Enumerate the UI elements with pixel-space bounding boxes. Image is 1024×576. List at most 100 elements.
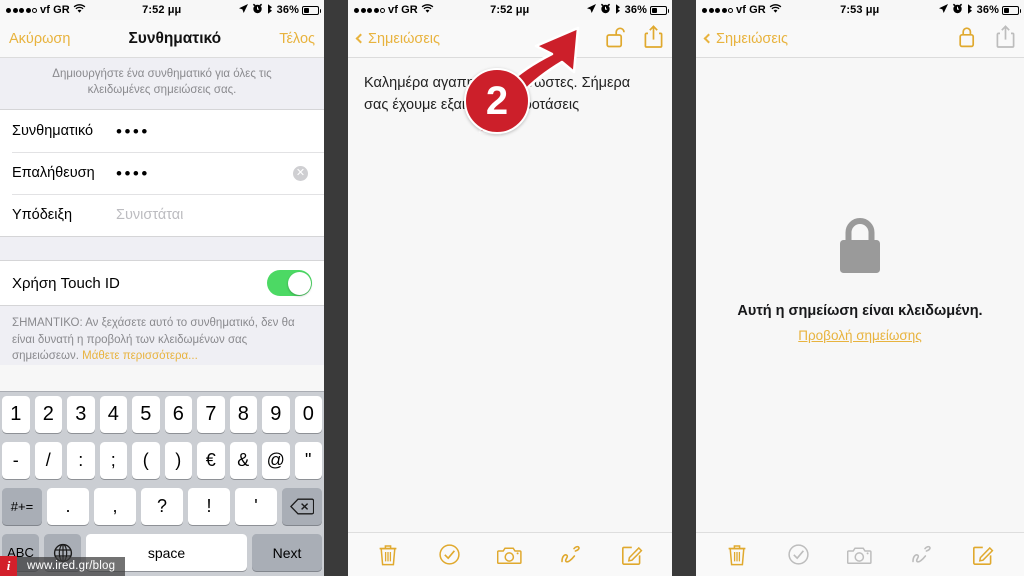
signal-dots-icon: [6, 7, 37, 13]
cancel-button[interactable]: Ακύρωση: [9, 31, 70, 47]
key-euro[interactable]: €: [197, 442, 225, 479]
row-touch-id[interactable]: Χρήση Touch ID: [0, 261, 324, 306]
nav-bar: Σημειώσεις: [696, 20, 1024, 58]
back-button-notes[interactable]: Σημειώσεις: [703, 31, 788, 47]
row-passcode[interactable]: Συνθηματικό ••••: [0, 110, 324, 152]
panel-passcode-setup: vf GR 7:52 μμ 36% Ακύρωση Συνθηματικό Τέ…: [0, 0, 324, 576]
key-question[interactable]: ?: [141, 488, 183, 525]
row-verify[interactable]: Επαλήθευση •••• ✕: [0, 152, 324, 194]
locked-note-placeholder: Αυτή η σημείωση είναι κλειδωμένη. Προβολ…: [696, 215, 1024, 345]
alarm-clock-icon: [252, 3, 263, 17]
panel-note-locked: vf GR 7:53 μμ 36% Σημειώσεις Αυτή η σημε…: [696, 0, 1024, 576]
watermark-badge: i: [0, 556, 17, 576]
key-comma[interactable]: ,: [94, 488, 136, 525]
row-hint[interactable]: Υπόδειξη Συνιστάται: [0, 194, 324, 236]
note-toolbar: [696, 532, 1024, 576]
key-next[interactable]: Next: [252, 534, 322, 571]
section-separator: [0, 237, 324, 261]
key-8[interactable]: 8: [229, 396, 257, 433]
key-colon[interactable]: :: [67, 442, 95, 479]
page-title: Συνθηματικό: [128, 29, 222, 47]
key-paren-open[interactable]: (: [132, 442, 160, 479]
nav-bar: Σημειώσεις: [348, 20, 672, 58]
backspace-icon[interactable]: [282, 488, 322, 525]
alarm-clock-icon: [600, 3, 611, 17]
status-bar-left: vf GR: [354, 3, 434, 17]
carrier-label: vf GR: [40, 4, 70, 16]
view-note-link[interactable]: Προβολή σημείωσης: [798, 328, 921, 343]
status-bar-clock: 7:53 μμ: [840, 4, 880, 16]
nav-bar-actions: [956, 24, 1015, 53]
key-4[interactable]: 4: [99, 396, 127, 433]
status-bar-clock: 7:52 μμ: [490, 4, 530, 16]
key-1[interactable]: 1: [2, 396, 30, 433]
key-0[interactable]: 0: [294, 396, 322, 433]
checklist-icon[interactable]: [435, 541, 463, 569]
battery-icon: [650, 5, 669, 15]
row-label-passcode: Συνθηματικό: [12, 123, 94, 140]
passcode-field-group: Συνθηματικό •••• Επαλήθευση •••• ✕ Υπόδε…: [0, 109, 324, 238]
bluetooth-icon: [614, 3, 622, 18]
key-quote[interactable]: ": [294, 442, 322, 479]
carrier-label: vf GR: [736, 4, 766, 16]
camera-icon[interactable]: [496, 541, 524, 569]
key-period[interactable]: .: [47, 488, 89, 525]
wifi-icon: [73, 3, 86, 17]
touch-id-toggle[interactable]: [267, 270, 312, 297]
key-7[interactable]: 7: [197, 396, 225, 433]
status-bar-left: vf GR: [702, 3, 782, 17]
nav-bar: Ακύρωση Συνθηματικό Τέλος: [0, 20, 324, 58]
key-9[interactable]: 9: [262, 396, 290, 433]
sketch-icon[interactable]: [557, 541, 585, 569]
key-at[interactable]: @: [262, 442, 290, 479]
wifi-icon: [421, 3, 434, 17]
bluetooth-icon: [266, 3, 274, 18]
back-button-notes[interactable]: Σημειώσεις: [355, 30, 441, 47]
trash-icon[interactable]: [374, 541, 402, 569]
key-semicolon[interactable]: ;: [99, 442, 127, 479]
battery-icon: [1002, 5, 1021, 15]
battery-percent-label: 36%: [276, 4, 299, 16]
hint-input[interactable]: Συνιστάται: [116, 207, 183, 223]
keyboard: 1 2 3 4 5 6 7 8 9 0 - / : ; ( ) € & @ " …: [0, 391, 324, 576]
share-icon[interactable]: [644, 24, 663, 53]
location-arrow-icon: [586, 3, 597, 17]
key-paren-close[interactable]: ): [164, 442, 192, 479]
clear-icon[interactable]: ✕: [293, 165, 308, 181]
key-slash[interactable]: /: [34, 442, 62, 479]
key-2[interactable]: 2: [34, 396, 62, 433]
learn-more-link[interactable]: Μάθετε περισσότερα...: [82, 350, 198, 362]
carrier-label: vf GR: [388, 4, 418, 16]
note-toolbar: [348, 532, 672, 576]
camera-icon: [846, 541, 874, 569]
key-6[interactable]: 6: [164, 396, 192, 433]
done-button[interactable]: Τέλος: [279, 31, 315, 47]
screenshot-stage: vf GR 7:52 μμ 36% Ακύρωση Συνθηματικό Τέ…: [0, 0, 1024, 576]
passcode-input[interactable]: ••••: [116, 123, 150, 140]
row-label-hint: Υπόδειξη: [12, 207, 73, 224]
compose-icon[interactable]: [618, 541, 646, 569]
locked-note-message: Αυτή η σημείωση είναι κλειδωμένη.: [737, 303, 983, 319]
bluetooth-icon: [966, 3, 974, 18]
back-button-label: Σημειώσεις: [368, 30, 441, 47]
share-icon: [996, 24, 1015, 53]
keyboard-row-punctuation: #+= . , ? ! ': [2, 488, 322, 525]
unlock-icon[interactable]: [604, 25, 625, 53]
form-header-note: Δημιουργήστε ένα συνθηματικό για όλες τι…: [0, 58, 324, 110]
key-symbols-toggle[interactable]: #+=: [2, 488, 42, 525]
key-exclaim[interactable]: !: [188, 488, 230, 525]
lock-icon[interactable]: [956, 25, 977, 53]
keyboard-row-symbols: - / : ; ( ) € & @ ": [2, 442, 322, 479]
key-ampersand[interactable]: &: [229, 442, 257, 479]
nav-bar-actions: [604, 24, 663, 53]
checklist-icon: [784, 541, 812, 569]
trash-icon[interactable]: [723, 541, 751, 569]
key-apostrophe[interactable]: ': [235, 488, 277, 525]
note-text[interactable]: Καλημέρα αγαπητοί αναγνώστες. Σήμερα σας…: [348, 58, 672, 117]
key-5[interactable]: 5: [132, 396, 160, 433]
key-3[interactable]: 3: [67, 396, 95, 433]
status-bar-right: 36%: [238, 3, 321, 18]
verify-input[interactable]: ••••: [116, 165, 150, 182]
compose-icon[interactable]: [969, 541, 997, 569]
key-hyphen[interactable]: -: [2, 442, 30, 479]
